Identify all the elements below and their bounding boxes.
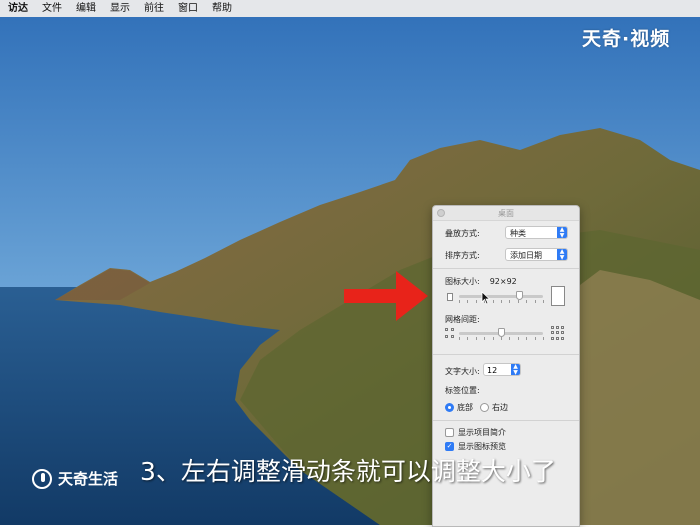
- slider-tick: [543, 300, 544, 303]
- panel-titlebar: 桌面: [433, 206, 579, 221]
- large-document-icon: [551, 286, 565, 306]
- sort-by-label: 排序方式:: [445, 251, 480, 260]
- label-position-options: 底部 右边: [445, 402, 508, 413]
- watermark-bottom: 天奇生活: [32, 468, 118, 489]
- text-size-label: 文字大小:: [445, 367, 480, 376]
- menu-window[interactable]: 窗口: [171, 0, 205, 17]
- text-size-select[interactable]: 12 ▲ ▼: [483, 363, 521, 376]
- desktop-wallpaper: [0, 0, 700, 525]
- menu-bar: 访达 文件 编辑 显示 前往 窗口 帮助: [0, 0, 700, 17]
- slider-tick: [517, 300, 519, 303]
- radio-right[interactable]: [480, 403, 489, 412]
- updown-chevron-icon: ▲ ▼: [511, 364, 520, 375]
- panel-title: 桌面: [498, 209, 514, 218]
- slider-tick: [517, 337, 519, 340]
- radio-bottom[interactable]: [445, 403, 454, 412]
- slider-tick: [509, 337, 511, 340]
- watermark-bottom-text: 天奇生活: [58, 470, 119, 488]
- sort-by-select[interactable]: 添加日期 ▲ ▼: [505, 248, 568, 261]
- slider-tick: [484, 337, 486, 340]
- icon-size-row: 图标大小: 92×92: [445, 276, 517, 287]
- menu-edit[interactable]: 编辑: [69, 0, 103, 17]
- icon-size-slider-knob[interactable]: [515, 291, 523, 300]
- red-arrow-icon: [344, 271, 428, 321]
- label-position-row: 标签位置:: [445, 385, 480, 396]
- slider-tick: [501, 337, 502, 340]
- stack-by-label: 叠放方式:: [445, 229, 480, 238]
- menu-view[interactable]: 显示: [103, 0, 137, 17]
- slider-tick: [534, 337, 536, 340]
- icon-size-label: 图标大小:: [445, 277, 480, 286]
- slider-tick: [534, 300, 536, 303]
- grid-spacing-row: 网格间距:: [445, 314, 480, 325]
- grid-spacing-slider-knob[interactable]: [497, 328, 505, 337]
- stack-by-select[interactable]: 种类 ▲ ▼: [505, 226, 568, 239]
- sort-by-row: 排序方式:: [445, 250, 480, 261]
- slider-tick: [509, 300, 511, 303]
- slider-tick: [526, 337, 528, 340]
- menu-go[interactable]: 前往: [137, 0, 171, 17]
- text-size-value: 12: [487, 366, 498, 375]
- sort-by-value: 添加日期: [510, 251, 542, 260]
- updown-chevron-icon: ▲ ▼: [557, 227, 567, 238]
- icon-size-slider-track[interactable]: [459, 295, 543, 298]
- show-icon-preview-checkbox[interactable]: ✓: [445, 442, 454, 451]
- slider-tick: [475, 300, 477, 303]
- mouse-cursor-icon: [481, 291, 491, 305]
- radio-right-label: 右边: [492, 403, 508, 412]
- radio-bottom-label: 底部: [457, 403, 473, 412]
- subtitle-caption: 3、左右调整滑动条就可以调整大小了: [140, 457, 556, 486]
- slider-tick: [492, 337, 494, 340]
- icon-size-value: 92×92: [489, 277, 517, 286]
- show-item-info-checkbox[interactable]: [445, 428, 454, 437]
- text-size-row: 文字大小:: [445, 366, 480, 377]
- slider-tick: [467, 300, 469, 303]
- brand-logo-icon: [32, 468, 52, 489]
- divider: [433, 420, 579, 421]
- divider: [433, 268, 579, 269]
- large-grid-icon: [551, 326, 565, 340]
- watermark-top: 天奇·视频: [582, 28, 671, 50]
- show-icon-preview-label: 显示图标预览: [458, 442, 506, 451]
- slider-tick: [467, 337, 469, 340]
- slider-tick: [543, 337, 544, 340]
- small-grid-icon: [445, 328, 455, 338]
- show-item-info-label: 显示项目简介: [458, 428, 506, 437]
- show-item-info-row: 显示项目简介: [445, 427, 506, 438]
- updown-chevron-icon: ▲ ▼: [557, 249, 567, 260]
- small-document-icon: [447, 293, 453, 301]
- label-position-label: 标签位置:: [445, 386, 480, 395]
- slider-tick: [459, 337, 460, 340]
- slider-tick: [475, 337, 477, 340]
- grid-spacing-label: 网格间距:: [445, 315, 480, 324]
- slider-tick: [459, 300, 460, 303]
- menu-finder[interactable]: 访达: [0, 0, 35, 17]
- slider-tick: [501, 300, 502, 303]
- menu-help[interactable]: 帮助: [205, 0, 239, 17]
- menu-file[interactable]: 文件: [35, 0, 69, 17]
- divider: [433, 354, 579, 355]
- slider-tick: [526, 300, 528, 303]
- slider-tick: [492, 300, 494, 303]
- stack-by-row: 叠放方式:: [445, 228, 480, 239]
- stack-by-value: 种类: [510, 229, 526, 238]
- show-icon-preview-row: ✓ 显示图标预览: [445, 441, 506, 452]
